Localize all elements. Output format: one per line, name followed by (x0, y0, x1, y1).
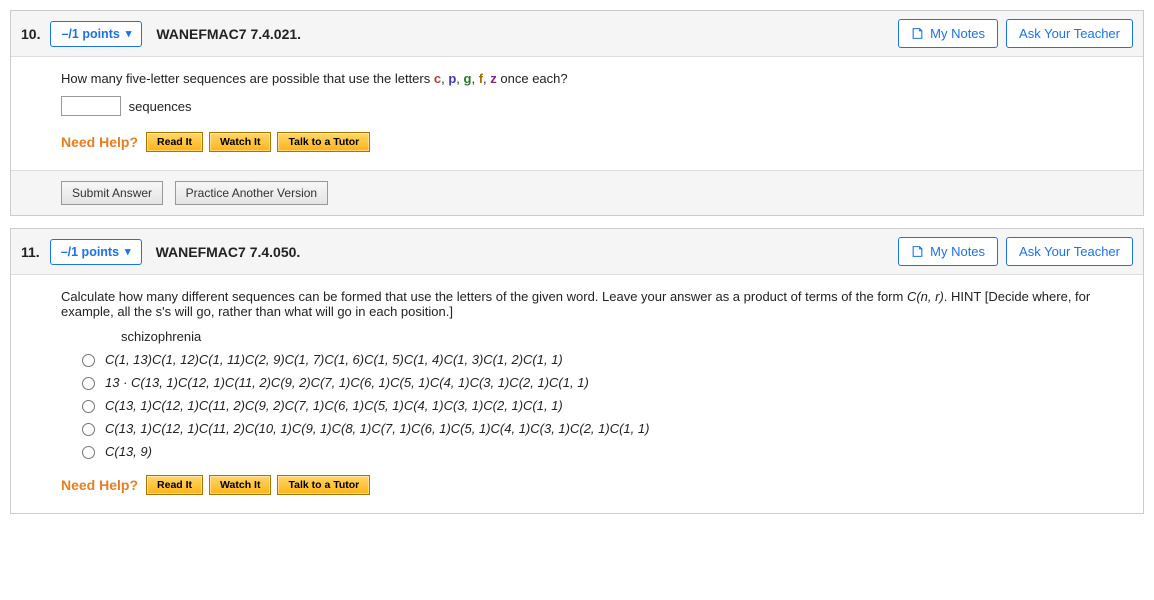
letter-p: p (448, 71, 456, 86)
text-main: Calculate how many different sequences c… (61, 289, 907, 304)
letter-c: c (434, 71, 441, 86)
option-radio-1[interactable] (82, 354, 95, 367)
question-header: 10. –/1 points ▾ WANEFMAC7 7.4.021. My N… (11, 11, 1143, 57)
question-body: Calculate how many different sequences c… (11, 275, 1143, 513)
question-code: WANEFMAC7 7.4.050. (156, 244, 301, 260)
question-header: 11. –/1 points ▾ WANEFMAC7 7.4.050. My N… (11, 229, 1143, 275)
ask-teacher-button[interactable]: Ask Your Teacher (1006, 19, 1133, 48)
given-word: schizophrenia (121, 329, 1093, 344)
ask-teacher-label: Ask Your Teacher (1019, 26, 1120, 41)
option-label-3: C(13, 1)C(12, 1)C(11, 2)C(9, 2)C(7, 1)C(… (105, 398, 563, 413)
letter-g: g (464, 71, 472, 86)
question-body: How many five-letter sequences are possi… (11, 57, 1143, 170)
text-suffix: once each? (497, 71, 568, 86)
watch-it-button[interactable]: Watch It (209, 475, 271, 495)
sequences-label: sequences (129, 99, 192, 114)
need-help-row: Need Help? Read It Watch It Talk to a Tu… (61, 475, 1093, 495)
note-icon (911, 27, 924, 40)
ask-teacher-button[interactable]: Ask Your Teacher (1006, 237, 1133, 266)
text-prefix: How many five-letter sequences are possi… (61, 71, 434, 86)
option-radio-2[interactable] (82, 377, 95, 390)
option-row: C(13, 1)C(12, 1)C(11, 2)C(10, 1)C(9, 1)C… (77, 421, 1093, 436)
option-radio-3[interactable] (82, 400, 95, 413)
need-help-label: Need Help? (61, 134, 138, 150)
question-number: 10. (21, 26, 40, 42)
options-group: C(1, 13)C(1, 12)C(1, 11)C(2, 9)C(1, 7)C(… (77, 352, 1093, 459)
watch-it-button[interactable]: Watch It (209, 132, 271, 152)
question-10: 10. –/1 points ▾ WANEFMAC7 7.4.021. My N… (10, 10, 1144, 216)
chevron-down-icon: ▾ (125, 245, 131, 258)
points-dropdown[interactable]: –/1 points ▾ (50, 239, 142, 265)
action-bar: Submit Answer Practice Another Version (11, 170, 1143, 215)
option-row: 13 · C(13, 1)C(12, 1)C(11, 2)C(9, 2)C(7,… (77, 375, 1093, 390)
submit-answer-button[interactable]: Submit Answer (61, 181, 163, 205)
my-notes-button[interactable]: My Notes (898, 19, 998, 48)
chevron-down-icon: ▾ (126, 27, 132, 40)
read-it-button[interactable]: Read It (146, 132, 203, 152)
option-label-1: C(1, 13)C(1, 12)C(1, 11)C(2, 9)C(1, 7)C(… (105, 352, 563, 367)
read-it-button[interactable]: Read It (146, 475, 203, 495)
option-label-2: 13 · C(13, 1)C(12, 1)C(11, 2)C(9, 2)C(7,… (105, 375, 589, 390)
question-number: 11. (21, 244, 40, 260)
question-code: WANEFMAC7 7.4.021. (156, 26, 301, 42)
note-icon (911, 245, 924, 258)
question-text: How many five-letter sequences are possi… (61, 71, 1093, 86)
need-help-row: Need Help? Read It Watch It Talk to a Tu… (61, 132, 1093, 152)
option-label-5: C(13, 9) (105, 444, 152, 459)
points-label: –/1 points (61, 27, 119, 41)
points-dropdown[interactable]: –/1 points ▾ (50, 21, 142, 47)
ask-teacher-label: Ask Your Teacher (1019, 244, 1120, 259)
answer-row: sequences (61, 96, 1093, 116)
talk-tutor-button[interactable]: Talk to a Tutor (277, 475, 370, 495)
option-radio-5[interactable] (82, 446, 95, 459)
cnr-term: C(n, r) (907, 289, 944, 304)
my-notes-button[interactable]: My Notes (898, 237, 998, 266)
need-help-label: Need Help? (61, 477, 138, 493)
answer-input[interactable] (61, 96, 121, 116)
points-label: –/1 points (61, 245, 119, 259)
question-11: 11. –/1 points ▾ WANEFMAC7 7.4.050. My N… (10, 228, 1144, 514)
option-radio-4[interactable] (82, 423, 95, 436)
my-notes-label: My Notes (930, 244, 985, 259)
option-label-4: C(13, 1)C(12, 1)C(11, 2)C(10, 1)C(9, 1)C… (105, 421, 649, 436)
letter-f: f (479, 71, 483, 86)
option-row: C(13, 1)C(12, 1)C(11, 2)C(9, 2)C(7, 1)C(… (77, 398, 1093, 413)
talk-tutor-button[interactable]: Talk to a Tutor (277, 132, 370, 152)
question-text: Calculate how many different sequences c… (61, 289, 1093, 319)
my-notes-label: My Notes (930, 26, 985, 41)
practice-another-button[interactable]: Practice Another Version (175, 181, 328, 205)
option-row: C(13, 9) (77, 444, 1093, 459)
option-row: C(1, 13)C(1, 12)C(1, 11)C(2, 9)C(1, 7)C(… (77, 352, 1093, 367)
